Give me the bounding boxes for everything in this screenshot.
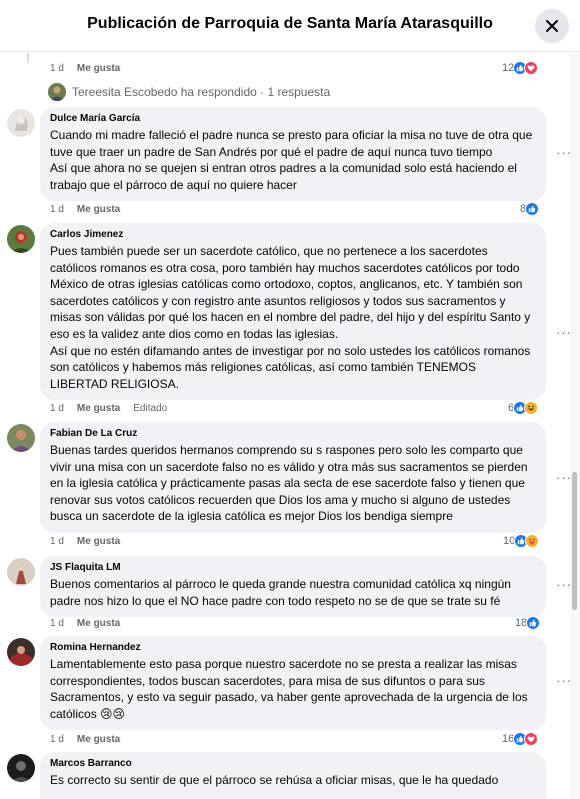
like-button[interactable]: Me gusta [77,734,120,745]
comment-text: Cuando mi madre falleció el padre nunca … [50,128,533,192]
comment-text: Lamentablemente esto pasa porque nuestro… [50,657,528,721]
comment-time[interactable]: 1 d [50,204,64,215]
like-button[interactable]: Me gusta [77,536,120,547]
comment-author[interactable]: Carlos Jimenez [50,229,536,240]
more-options-icon[interactable]: ··· [556,325,570,340]
like-reaction-icon [525,202,540,216]
comment-text: Es correcto su sentir de que el párroco … [50,773,499,787]
replied-text: Tereesita Escobedo ha respondido · 1 res… [72,85,331,99]
comment-author[interactable]: Fabian De La Cruz [50,428,536,439]
avatar[interactable] [7,225,35,253]
avatar[interactable] [7,109,35,137]
comment-bubble: Fabian De La Cruz Buenas tardes queridos… [40,422,546,533]
comment-time[interactable]: 1 d [50,63,64,74]
like-button[interactable]: Me gusta [77,403,120,414]
comment-meta: 1 d Me gusta [50,618,120,629]
comment-bubble: Carlos Jimenez Pues también puede ser un… [40,223,546,401]
reaction-summary[interactable]: 8 [520,202,540,216]
comment-meta: 1 d Me gusta [50,536,120,547]
haha-reaction-icon [524,401,539,415]
avatar[interactable] [7,558,35,586]
comment-bubble: Dulce María García Cuando mi madre falle… [40,107,546,202]
more-options-icon[interactable]: ··· [556,145,570,160]
edited-label[interactable]: Editado [133,403,167,414]
reaction-summary[interactable]: 12 [502,61,539,75]
dialog-header: Publicación de Parroquia de Santa María … [0,0,580,52]
reaction-summary[interactable]: 16 [502,732,539,746]
comment-time[interactable]: 1 d [50,618,64,629]
avatar[interactable] [7,638,35,666]
comment-author[interactable]: JS Flaquita LM [50,562,536,573]
love-reaction-icon [524,732,539,746]
comment-bubble: Romina Hernandez Lamentablemente esto pa… [40,636,546,731]
page-title: Publicación de Parroquia de Santa María … [87,15,493,32]
like-button[interactable]: Me gusta [77,63,120,74]
reaction-summary[interactable]: 10 [503,534,540,548]
avatar[interactable] [7,424,35,452]
view-replies-link[interactable]: Tereesita Escobedo ha respondido · 1 res… [48,83,330,101]
reaction-summary[interactable]: 18 [515,616,541,630]
scrollbar-thumb[interactable] [572,472,577,610]
like-button[interactable]: Me gusta [77,204,120,215]
comment-time[interactable]: 1 d [50,536,64,547]
comment-meta: 1 d Me gusta [50,204,120,215]
comment-author[interactable]: Romina Hernandez [50,642,536,653]
avatar[interactable] [7,754,35,782]
like-reaction-icon [526,616,541,630]
comment-bubble: Marcos Barranco Es correcto su sentir de… [40,752,546,799]
comment-author[interactable]: Dulce María García [50,113,536,124]
more-options-icon[interactable]: ··· [556,470,570,485]
close-button[interactable] [535,9,569,43]
thread-line [27,53,29,63]
comment-text: Buenas tardes queridos hermanos comprend… [50,443,528,524]
reaction-summary[interactable]: 6 [508,401,539,415]
comment-meta: 1 d Me gusta Editado [50,403,167,414]
comment-author[interactable]: Marcos Barranco [50,758,536,769]
comment-text: Pues también puede ser un sacerdote cató… [50,244,531,391]
like-button[interactable]: Me gusta [77,618,120,629]
comment-meta: 1 d Me gusta [50,63,120,74]
comment-time[interactable]: 1 d [50,734,64,745]
care-reaction-icon [525,534,540,548]
avatar [48,83,66,101]
love-reaction-icon [524,61,539,75]
comment-text: Buenos comentarios al párroco le queda g… [50,577,511,608]
scrollbar[interactable] [570,53,580,799]
comments-feed[interactable]: 1 d Me gusta 12 Tereesita Escobedo ha re… [0,53,570,799]
more-options-icon[interactable]: ··· [556,577,570,592]
more-options-icon[interactable]: ··· [556,673,570,688]
comment-time[interactable]: 1 d [50,403,64,414]
comment-bubble: JS Flaquita LM Buenos comentarios al pár… [40,556,546,618]
comment-meta: 1 d Me gusta [50,734,120,745]
close-icon [546,20,558,32]
